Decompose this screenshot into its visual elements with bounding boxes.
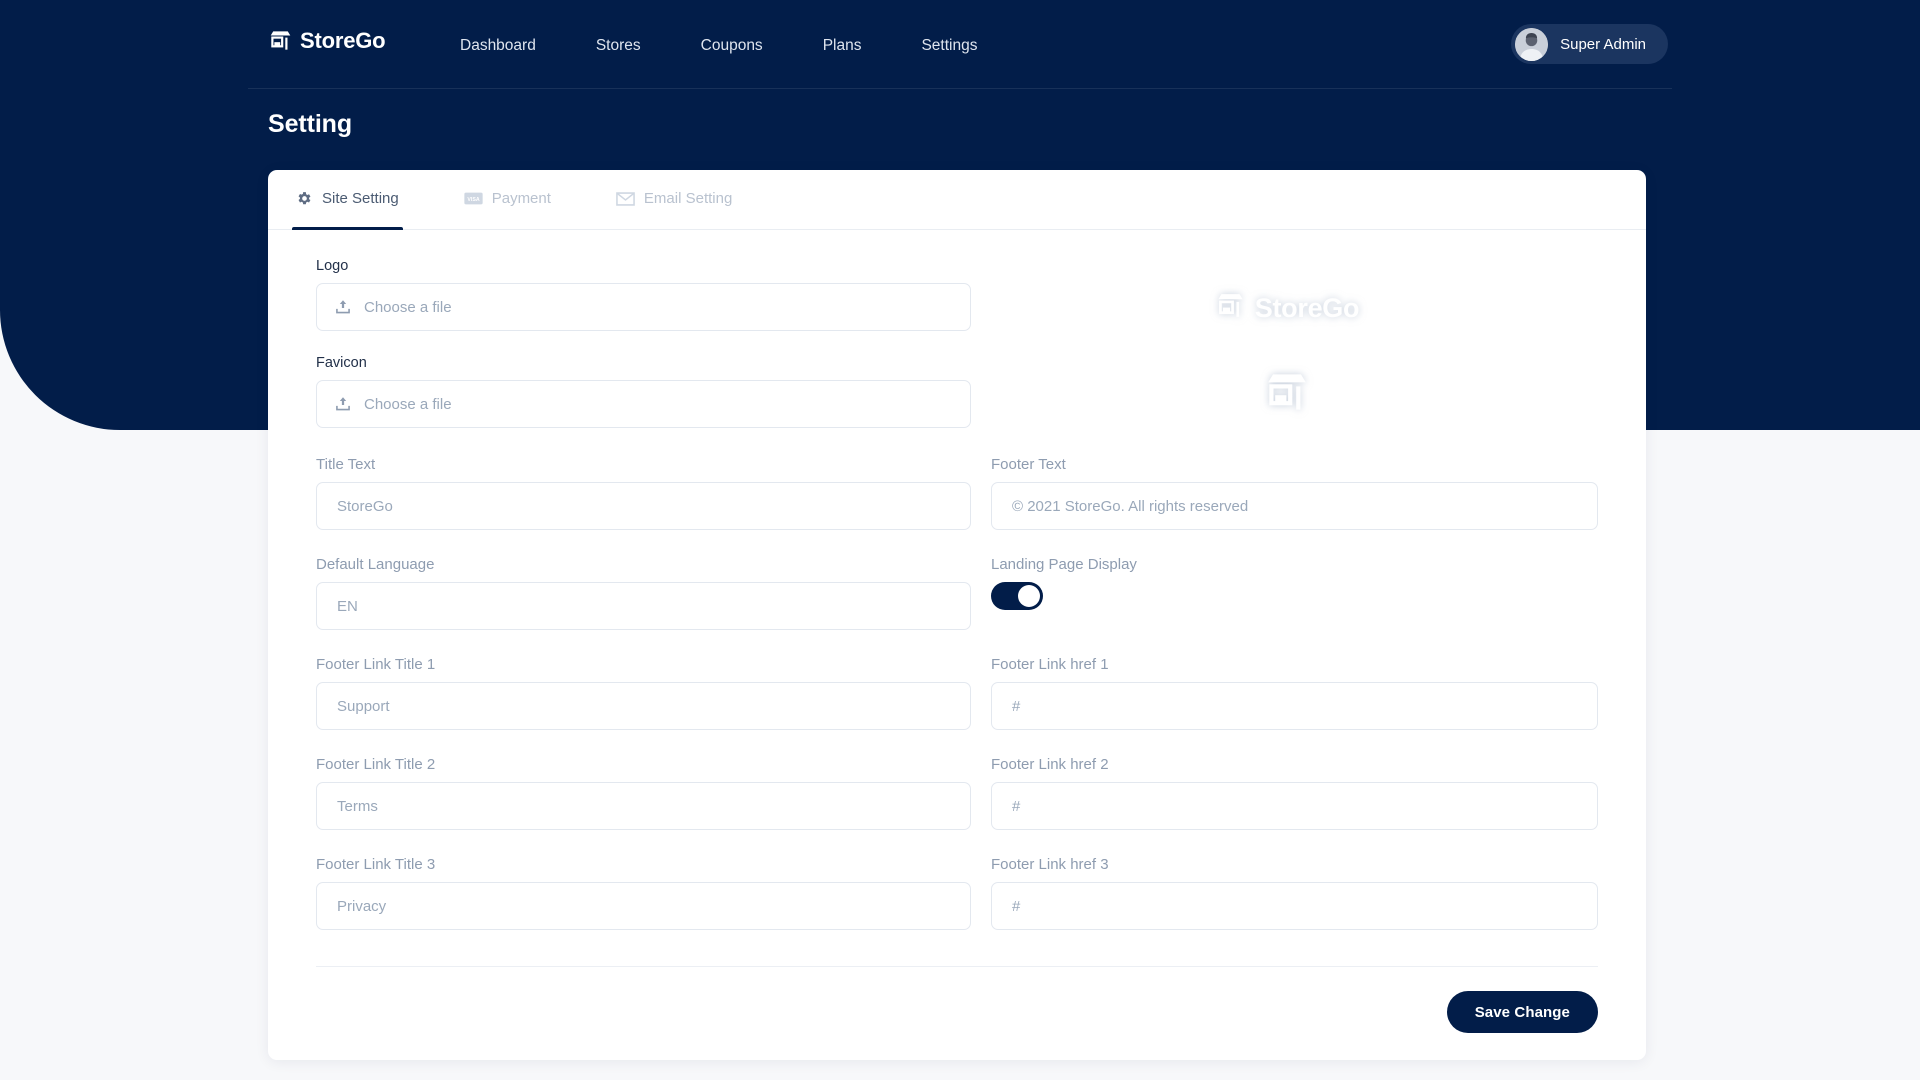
- logo-file-placeholder: Choose a file: [364, 298, 452, 316]
- logo-previews: StoreGo: [976, 258, 1598, 452]
- settings-form: Logo Choose a file Favicon Choose a file…: [268, 230, 1646, 956]
- toggle-knob: [1018, 585, 1040, 607]
- tab-site-setting-label: Site Setting: [322, 190, 399, 207]
- footer-link-title-2-input[interactable]: [316, 782, 971, 830]
- favicon-label: Favicon: [316, 355, 367, 371]
- favicon-file-placeholder: Choose a file: [364, 395, 452, 413]
- field-footer-link-title-3: Footer Link Title 3: [316, 856, 971, 930]
- page-title: Setting: [268, 110, 353, 138]
- favicon-preview: [1263, 368, 1311, 421]
- landing-page-display-toggle[interactable]: [991, 582, 1043, 610]
- title-text-label: Title Text: [316, 456, 376, 473]
- visa-card-icon: VISA: [464, 192, 483, 205]
- footer-link-href-2-input[interactable]: [991, 782, 1598, 830]
- storefront-icon: [1263, 374, 1311, 420]
- field-footer-link-href-2: Footer Link href 2: [991, 756, 1598, 830]
- footer-link-href-1-label: Footer Link href 1: [991, 656, 1109, 673]
- footer-link-title-1-label: Footer Link Title 1: [316, 656, 436, 673]
- save-change-button[interactable]: Save Change: [1446, 991, 1598, 1033]
- tab-email-setting-label: Email Setting: [643, 190, 733, 207]
- svg-text:VISA: VISA: [467, 197, 479, 203]
- card-footer-actions: Save Change: [316, 966, 1598, 1033]
- field-footer-text: Footer Text: [991, 456, 1598, 530]
- settings-card: Site Setting VISA Payment Email Setting: [268, 170, 1646, 1060]
- navbar-divider: [248, 88, 1672, 89]
- field-footer-link-href-3: Footer Link href 3: [991, 856, 1598, 930]
- field-default-language: Default Language: [316, 556, 971, 630]
- footer-link-title-1-input[interactable]: [316, 682, 971, 730]
- upload-fields: Logo Choose a file Favicon Choose a file: [316, 258, 976, 452]
- field-footer-link-href-1: Footer Link href 1: [991, 656, 1598, 730]
- upload-icon: [335, 396, 351, 412]
- favicon-file-input[interactable]: Choose a file: [316, 380, 971, 428]
- default-language-label: Default Language: [316, 556, 435, 573]
- gear-icon: [296, 190, 313, 207]
- tab-site-setting[interactable]: Site Setting: [292, 170, 403, 230]
- storefront-icon: [1215, 290, 1246, 326]
- title-text-input[interactable]: [316, 482, 971, 530]
- envelope-icon: [616, 191, 635, 206]
- footer-link-href-3-label: Footer Link href 3: [991, 856, 1109, 873]
- settings-tabs: Site Setting VISA Payment Email Setting: [268, 170, 1646, 230]
- tab-payment-label: Payment: [491, 190, 551, 207]
- logo-preview-text: StoreGo: [1254, 292, 1360, 323]
- field-footer-link-title-1: Footer Link Title 1: [316, 656, 971, 730]
- footer-link-title-3-input[interactable]: [316, 882, 971, 930]
- logo-file-input[interactable]: Choose a file: [316, 283, 971, 331]
- field-footer-link-title-2: Footer Link Title 2: [316, 756, 971, 830]
- footer-link-href-1-input[interactable]: [991, 682, 1598, 730]
- footer-text-input[interactable]: [991, 482, 1598, 530]
- field-landing-page-display: Landing Page Display: [991, 556, 1598, 630]
- logo-label: Logo: [316, 258, 349, 274]
- logo-preview: StoreGo: [1215, 290, 1360, 326]
- footer-link-title-2-label: Footer Link Title 2: [316, 756, 436, 773]
- field-title-text: Title Text: [316, 456, 971, 530]
- tab-email-setting[interactable]: Email Setting: [612, 170, 736, 229]
- settings-fields-grid: Title Text Footer Text Default Language …: [316, 452, 1598, 956]
- footer-link-href-3-input[interactable]: [991, 882, 1598, 930]
- upload-icon: [335, 299, 351, 315]
- landing-page-display-label: Landing Page Display: [991, 556, 1137, 573]
- upload-section: Logo Choose a file Favicon Choose a file…: [316, 258, 1598, 452]
- footer-link-title-3-label: Footer Link Title 3: [316, 856, 436, 873]
- default-language-input[interactable]: [316, 582, 971, 630]
- top-navbar: [0, 0, 1920, 88]
- footer-link-href-2-label: Footer Link href 2: [991, 756, 1109, 773]
- footer-text-label: Footer Text: [991, 456, 1066, 473]
- tab-payment[interactable]: VISA Payment: [460, 170, 555, 229]
